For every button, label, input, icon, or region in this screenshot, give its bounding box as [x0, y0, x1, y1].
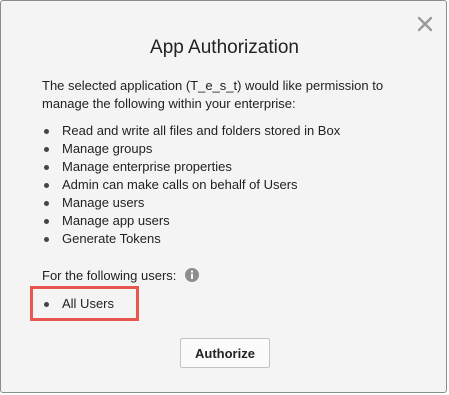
- close-button[interactable]: [415, 14, 435, 34]
- list-item: Manage enterprise properties: [42, 158, 340, 176]
- bullet: [44, 165, 49, 170]
- close-icon: [417, 16, 433, 32]
- dialog-title: App Authorization: [150, 37, 299, 58]
- permission-label: Manage users: [62, 195, 145, 210]
- info-icon-graphic: [185, 268, 199, 282]
- list-item: Generate Tokens: [42, 230, 340, 248]
- list-item: Admin can make calls on behalf of Users: [42, 176, 340, 194]
- users-list: All Users: [42, 295, 114, 313]
- list-item: Manage groups: [42, 140, 340, 158]
- bullet: [44, 183, 49, 188]
- users-label: For the following users:: [42, 268, 177, 283]
- bullet: [44, 201, 49, 206]
- bullet: [44, 237, 49, 242]
- bullet: [44, 302, 49, 307]
- list-item: Manage app users: [42, 212, 340, 230]
- app-authorization-dialog: App Authorization The selected applicati…: [0, 0, 447, 393]
- bullet: [44, 219, 49, 224]
- info-icon[interactable]: [185, 268, 199, 282]
- permission-label: Generate Tokens: [62, 231, 161, 246]
- permission-label: Manage enterprise properties: [62, 159, 232, 174]
- authorize-button[interactable]: Authorize: [180, 338, 270, 368]
- list-item: All Users: [42, 295, 114, 313]
- bullet: [44, 129, 49, 134]
- permission-label: Read and write all files and folders sto…: [62, 123, 341, 138]
- bullet: [44, 147, 49, 152]
- permission-label: Manage app users: [62, 213, 170, 228]
- permissions-list: Read and write all files and folders sto…: [42, 122, 340, 248]
- user-scope-label: All Users: [62, 296, 115, 311]
- list-item: Read and write all files and folders sto…: [42, 122, 340, 140]
- intro-text: The selected application (T_e_s_t) would…: [42, 78, 384, 111]
- permission-label: Admin can make calls on behalf of Users: [62, 177, 298, 192]
- list-item: Manage users: [42, 194, 340, 212]
- permission-label: Manage groups: [62, 141, 153, 156]
